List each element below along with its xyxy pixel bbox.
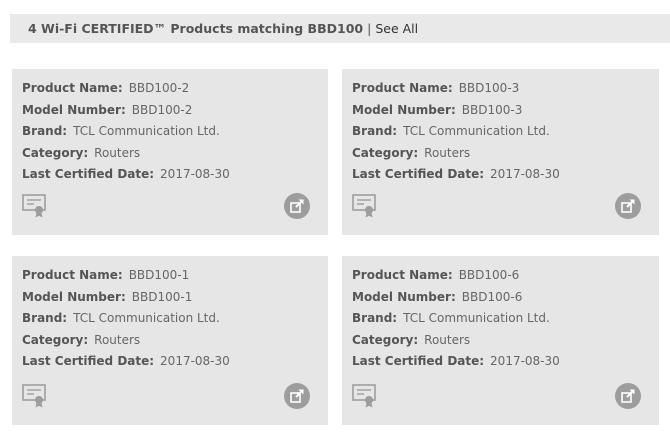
model-number-value: BBD100-1 [131, 289, 193, 304]
product-name-label: Product Name: [22, 81, 123, 95]
brand-value: TCL Communication Ltd. [403, 124, 550, 139]
product-name-value: BBD100-3 [458, 81, 520, 95]
brand-label: Brand: [352, 124, 398, 139]
product-name-row: Product Name: BBD100-3 [352, 80, 659, 102]
product-name-label: Product Name: [352, 268, 453, 282]
last-certified-value: 2017-08-30 [160, 354, 230, 369]
external-link-icon[interactable] [615, 193, 641, 219]
brand-label: Brand: [22, 311, 68, 326]
category-value: Routers [424, 332, 471, 347]
product-name-row: Product Name: BBD100-1 [22, 267, 328, 289]
category-row: Category: Routers [352, 332, 659, 354]
category-label: Category: [352, 145, 419, 160]
last-certified-label: Last Certified Date: [352, 167, 485, 182]
last-certified-row: Last Certified Date: 2017-08-30 [22, 166, 328, 188]
results-title: 4 Wi-Fi CERTIFIED™ Products matching BBD… [28, 21, 364, 36]
brand-row: Brand: TCL Communication Ltd. [22, 310, 328, 332]
brand-label: Brand: [352, 311, 398, 326]
product-name-label: Product Name: [352, 81, 453, 95]
last-certified-row: Last Certified Date: 2017-08-30 [22, 353, 328, 375]
model-number-label: Model Number: [22, 289, 126, 304]
category-label: Category: [22, 332, 89, 347]
product-card: Product Name: BBD100-6 Model Number: BBD10… [342, 256, 659, 425]
category-value: Routers [94, 332, 141, 347]
product-card: Product Name: BBD100-1 Model Number: BBD10… [12, 256, 328, 425]
category-label: Category: [22, 145, 89, 160]
category-value: Routers [424, 145, 471, 160]
header-separator: | [367, 21, 372, 36]
product-card: Product Name: BBD100-2 Model Number: BBD10… [12, 69, 328, 235]
brand-value: TCL Communication Ltd. [73, 311, 220, 326]
category-row: Category: Routers [22, 145, 328, 167]
see-all-link[interactable]: See All [375, 21, 418, 36]
category-label: Category: [352, 332, 419, 347]
brand-value: TCL Communication Ltd. [73, 124, 220, 139]
last-certified-label: Last Certified Date: [22, 167, 155, 182]
model-number-value: BBD100-3 [461, 102, 523, 117]
model-number-row: Model Number: BBD100-6 [352, 289, 659, 311]
product-name-value: BBD100-1 [128, 268, 190, 282]
product-name-label: Product Name: [22, 268, 123, 282]
category-value: Routers [94, 145, 141, 160]
results-header: 4 Wi-Fi CERTIFIED™ Products matching BBD… [10, 14, 670, 43]
model-number-row: Model Number: BBD100-2 [22, 102, 328, 124]
product-name-row: Product Name: BBD100-2 [22, 80, 328, 102]
last-certified-value: 2017-08-30 [490, 167, 560, 182]
external-link-icon[interactable] [284, 193, 310, 219]
product-name-value: BBD100-6 [458, 268, 520, 282]
last-certified-row: Last Certified Date: 2017-08-30 [352, 353, 659, 375]
model-number-row: Model Number: BBD100-1 [22, 289, 328, 311]
product-name-value: BBD100-2 [128, 81, 190, 95]
model-number-value: BBD100-6 [461, 289, 523, 304]
external-link-icon[interactable] [615, 383, 641, 409]
product-card: Product Name: BBD100-3 Model Number: BBD10… [342, 69, 659, 235]
brand-row: Brand: TCL Communication Ltd. [352, 310, 659, 332]
category-row: Category: Routers [22, 332, 328, 354]
certificate-icon [352, 194, 378, 218]
last-certified-label: Last Certified Date: [352, 354, 485, 369]
last-certified-label: Last Certified Date: [22, 354, 155, 369]
product-name-row: Product Name: BBD100-6 [352, 267, 659, 289]
category-row: Category: Routers [352, 145, 659, 167]
brand-row: Brand: TCL Communication Ltd. [352, 123, 659, 145]
model-number-label: Model Number: [352, 289, 456, 304]
brand-label: Brand: [22, 124, 68, 139]
external-link-icon[interactable] [284, 383, 310, 409]
certificate-icon [22, 194, 48, 218]
certificate-icon [352, 384, 378, 408]
model-number-value: BBD100-2 [131, 102, 193, 117]
last-certified-row: Last Certified Date: 2017-08-30 [352, 166, 659, 188]
last-certified-value: 2017-08-30 [490, 354, 560, 369]
model-number-label: Model Number: [352, 102, 456, 117]
last-certified-value: 2017-08-30 [160, 167, 230, 182]
model-number-label: Model Number: [22, 102, 126, 117]
brand-row: Brand: TCL Communication Ltd. [22, 123, 328, 145]
model-number-row: Model Number: BBD100-3 [352, 102, 659, 124]
brand-value: TCL Communication Ltd. [403, 311, 550, 326]
certificate-icon [22, 384, 48, 408]
